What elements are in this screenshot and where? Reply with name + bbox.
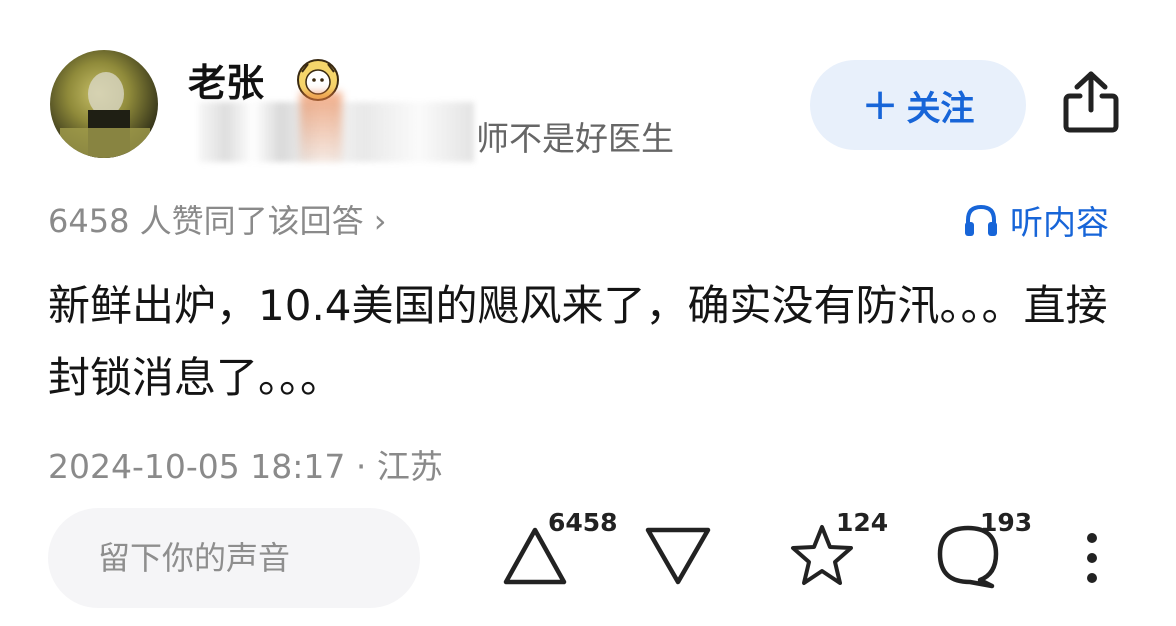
follow-button[interactable]: + 关注 xyxy=(810,60,1026,150)
post-meta: 2024-10-05 18:17 · 江苏 xyxy=(48,447,443,486)
share-icon[interactable] xyxy=(1062,70,1120,134)
redacted-badge-blur xyxy=(300,92,342,162)
listen-button[interactable]: 听内容 xyxy=(962,196,1109,244)
downvote-icon xyxy=(645,527,711,585)
vote-summary-link[interactable]: 6458 人赞同了该回答 › xyxy=(48,196,387,242)
comment-count: 193 xyxy=(980,508,1033,537)
follow-label: 关注 xyxy=(906,88,975,129)
answer-content: 新鲜出炉，10.4美国的飓风来了，确实没有防汛。。。直接封锁消息了。。。 xyxy=(48,281,1108,402)
more-icon xyxy=(1087,533,1097,583)
listen-label: 听内容 xyxy=(1010,203,1109,242)
plus-icon: + xyxy=(861,79,899,130)
author-bio: 师不是好医生 xyxy=(476,119,674,158)
comment-input[interactable] xyxy=(48,508,420,608)
more-button[interactable] xyxy=(1080,530,1104,586)
favorite-count: 124 xyxy=(836,508,889,537)
avatar[interactable] xyxy=(50,50,158,158)
headphones-icon xyxy=(965,204,997,236)
author-name[interactable]: 老张 xyxy=(188,52,264,107)
upvote-count: 6458 xyxy=(548,508,618,537)
downvote-button[interactable] xyxy=(642,524,714,588)
